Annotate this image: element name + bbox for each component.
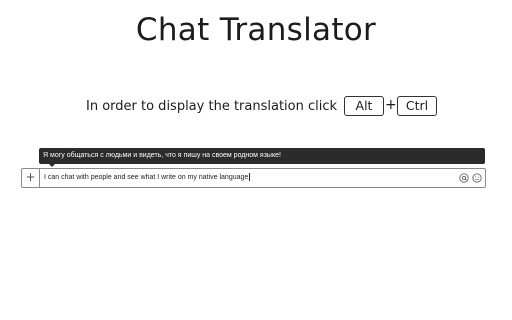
- page: Chat Translator In order to display the …: [0, 0, 512, 320]
- hint-text: In order to display the translation clic…: [86, 99, 338, 114]
- emoji-icon[interactable]: [472, 173, 482, 183]
- tooltip-arrow: [48, 163, 56, 167]
- message-composer: + I can chat with people and see what I …: [21, 168, 486, 188]
- message-text: I can chat with people and see what I wr…: [44, 174, 249, 181]
- translation-tooltip: Я могу общаться с людьми и видеть, что я…: [39, 148, 485, 164]
- text-caret: [249, 173, 251, 182]
- ctrl-key: Ctrl: [397, 96, 437, 116]
- at-icon[interactable]: [459, 173, 469, 183]
- add-button[interactable]: +: [22, 169, 40, 187]
- hint-row: In order to display the translation clic…: [0, 96, 512, 120]
- plus-sign: +: [385, 97, 397, 113]
- page-title: Chat Translator: [135, 12, 377, 48]
- alt-key: Alt: [344, 96, 384, 116]
- message-input[interactable]: I can chat with people and see what I wr…: [44, 169, 251, 187]
